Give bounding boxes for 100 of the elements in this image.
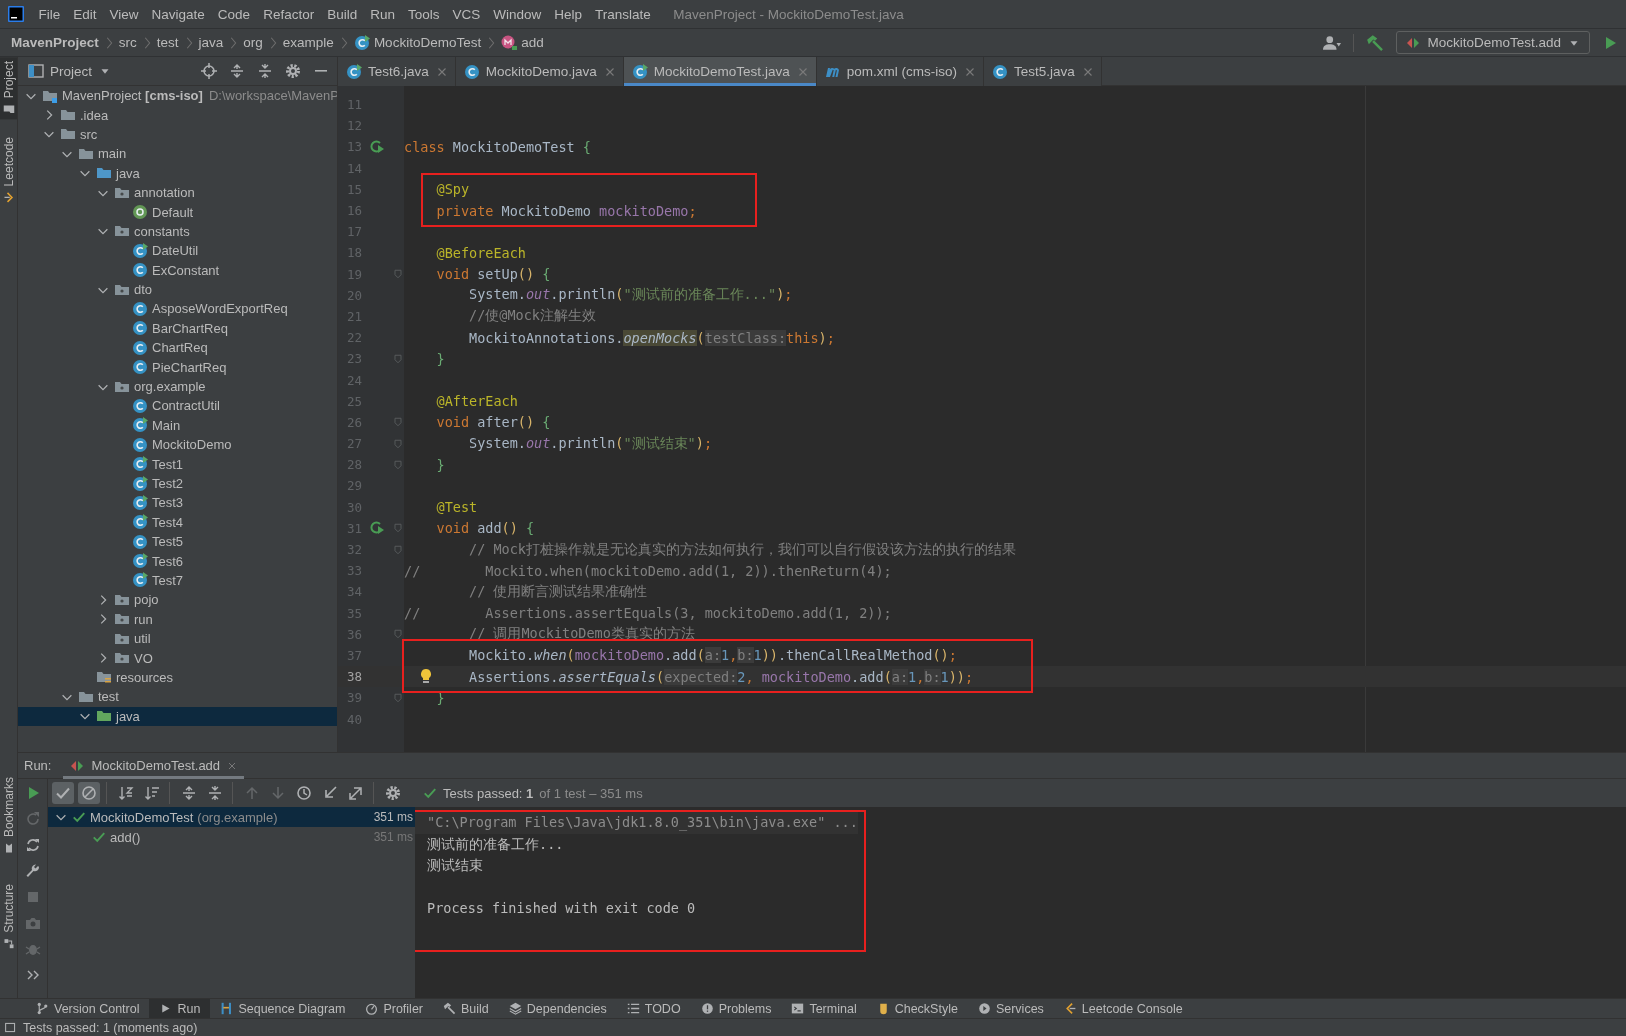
tool-window-button[interactable]: Version Control (26, 999, 150, 1018)
tool-window-button[interactable]: Build (433, 999, 499, 1018)
crosshair-icon[interactable] (201, 63, 217, 79)
gear-icon[interactable] (285, 63, 301, 79)
tool-window-button[interactable]: Sequence Diagram (210, 999, 356, 1018)
tool-window-button[interactable]: CheckStyle (866, 999, 968, 1018)
tree-item[interactable]: Test7 (18, 570, 337, 591)
wrench-icon[interactable] (24, 863, 41, 879)
tree-item[interactable]: util (18, 628, 337, 649)
tool-window-button[interactable]: Leetcode Console (1053, 999, 1193, 1018)
sync-icon[interactable] (24, 837, 41, 853)
tree-item[interactable]: Test2 (18, 473, 337, 494)
menu-item[interactable]: Translate (588, 6, 658, 22)
package-icon (114, 650, 130, 666)
menu-item[interactable]: Code (211, 6, 257, 22)
breadcrumb-item[interactable]: org (240, 35, 266, 50)
tree-item[interactable]: ContractUtil (18, 396, 337, 416)
breadcrumb-item[interactable]: java (195, 35, 227, 50)
fold-icon[interactable] (392, 691, 404, 704)
menu-item[interactable]: Build (320, 6, 364, 22)
tool-window-tab[interactable]: Leetcode (0, 133, 17, 208)
editor-tab[interactable]: pom.xml (cms-iso) (816, 57, 984, 86)
hammer-icon[interactable] (1366, 33, 1385, 52)
editor-tab[interactable]: MockitoDemoTest.java (623, 57, 817, 86)
tree-item[interactable]: src (18, 124, 337, 145)
tree-item[interactable]: main (18, 144, 337, 164)
expand-all-icon[interactable] (229, 63, 245, 79)
menu-item[interactable]: Help (547, 6, 589, 22)
tree-item[interactable]: BarChartReq (18, 318, 337, 339)
run-test-icon[interactable] (369, 138, 385, 155)
fold-icon[interactable] (392, 628, 404, 641)
tree-item[interactable]: annotation (18, 182, 337, 203)
breadcrumb-item[interactable]: MavenProject (8, 35, 102, 50)
tree-item[interactable]: dto (18, 279, 337, 300)
code-line: @AfterEach (435, 393, 518, 410)
tree-item[interactable]: Test3 (18, 493, 337, 513)
menu-item[interactable]: Edit (66, 6, 104, 22)
tree-item[interactable]: Test6 (18, 551, 337, 571)
breadcrumb-item[interactable]: MockitoDemoTest (350, 34, 485, 51)
tree-item[interactable]: run (18, 609, 337, 629)
tree-item[interactable]: MockitoDemo (18, 435, 337, 455)
code-line: // Assertions.assertEquals(3, mockitoDemo.add(1, 2)); (404, 605, 892, 622)
test-suite-item[interactable]: MockitoDemoTest (org.example) 351 ms (48, 807, 415, 827)
run-config-dropdown[interactable]: MockitoDemoTest.add (1396, 31, 1590, 54)
tree-item[interactable]: Main (18, 415, 337, 436)
tool-window-button[interactable]: Terminal (781, 999, 867, 1018)
bulb-icon[interactable] (418, 668, 434, 685)
menu-item[interactable]: Window (486, 6, 548, 22)
menu-item[interactable]: VCS (446, 6, 487, 22)
tree-item[interactable]: PieChartReq (18, 357, 337, 377)
tree-item[interactable]: Test4 (18, 512, 337, 532)
code-line: void after() { (435, 414, 551, 431)
menu-item[interactable]: Refactor (256, 6, 321, 22)
editor-tab[interactable]: Test6.java (338, 57, 456, 86)
toolbar-button[interactable] (52, 782, 74, 804)
breadcrumb-item[interactable]: example (279, 35, 337, 50)
tool-window-tab[interactable]: Structure (0, 880, 17, 954)
tool-window-tab[interactable]: Project (0, 57, 17, 120)
breadcrumb-item[interactable]: test (153, 35, 182, 50)
tree-item[interactable]: .idea (18, 105, 337, 125)
user-icon[interactable] (1323, 33, 1342, 52)
run-test-icon[interactable] (369, 520, 385, 537)
tree-item[interactable]: test (18, 687, 337, 707)
tool-window-button[interactable]: Problems (690, 999, 782, 1018)
menu-item[interactable]: Navigate (145, 6, 212, 22)
breadcrumb-item[interactable]: add (498, 34, 547, 51)
tool-window-button[interactable]: Profiler (355, 999, 433, 1018)
view-selector[interactable]: Project (28, 63, 113, 79)
export-icon (348, 785, 364, 801)
test-case-item[interactable]: add() 351 ms (48, 827, 415, 847)
collapse-all-icon[interactable] (257, 63, 273, 79)
menu-item[interactable]: View (103, 6, 146, 22)
editor-tab[interactable]: Test5.java (983, 57, 1102, 86)
tree-item[interactable]: ChartReq (18, 338, 337, 358)
tree-item[interactable]: DateUtil (18, 241, 337, 261)
tree-item[interactable]: ExConstant (18, 260, 337, 280)
tree-item[interactable]: constants (18, 221, 337, 242)
tree-item[interactable]: AsposeWordExportReq (18, 299, 337, 319)
tree-item[interactable]: VO (18, 648, 337, 668)
code-line: @Spy (435, 181, 470, 198)
tool-window-tab[interactable]: Bookmarks (0, 773, 17, 859)
tree-item[interactable]: Default (18, 202, 337, 222)
tool-window-button[interactable]: TODO (616, 999, 691, 1018)
menu-item[interactable]: File (32, 6, 67, 22)
toolbar-button[interactable] (78, 782, 100, 804)
tree-item[interactable]: pojo (18, 590, 337, 610)
tool-window-button[interactable]: Services (967, 999, 1054, 1018)
menu-item[interactable]: Run (363, 6, 402, 22)
tree-item[interactable]: org.example (18, 376, 337, 397)
menu-item[interactable]: Tools (401, 6, 446, 22)
square-icon[interactable] (4, 1021, 17, 1034)
tool-window-button[interactable]: Dependencies (498, 999, 617, 1018)
tree-item[interactable]: java (18, 163, 337, 183)
editor-tab[interactable]: MockitoDemo.java (455, 57, 624, 86)
breadcrumb-item[interactable]: src (115, 35, 140, 50)
tool-window-button[interactable]: Run (149, 999, 211, 1018)
tree-item[interactable]: java (18, 706, 337, 726)
tree-item[interactable]: resources (18, 667, 337, 688)
tree-item[interactable]: Test5 (18, 532, 337, 552)
tree-item[interactable]: Test1 (18, 454, 337, 474)
